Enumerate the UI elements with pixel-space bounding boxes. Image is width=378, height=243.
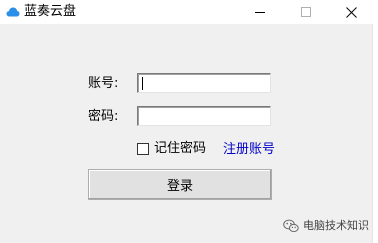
login-button[interactable]: 登录 bbox=[88, 169, 272, 200]
maximize-button[interactable] bbox=[283, 0, 329, 24]
cloud-icon bbox=[6, 7, 20, 17]
remember-password-label[interactable]: 记住密码 bbox=[154, 140, 206, 158]
login-window: 蓝奏云盘 账号: 密码: 记住密码 注册账号 登录 电脑技术知识 bbox=[0, 0, 378, 243]
text-caret bbox=[142, 77, 143, 90]
remember-password-checkbox[interactable] bbox=[137, 143, 149, 155]
minimize-icon bbox=[255, 12, 265, 13]
account-input[interactable] bbox=[137, 73, 271, 93]
window-title: 蓝奏云盘 bbox=[24, 4, 77, 19]
account-label: 账号: bbox=[88, 76, 119, 91]
login-button-label: 登录 bbox=[166, 179, 193, 194]
close-icon bbox=[345, 6, 357, 18]
password-label: 密码: bbox=[88, 109, 119, 124]
watermark: 电脑技术知识 bbox=[283, 217, 369, 235]
close-button[interactable] bbox=[328, 0, 374, 24]
title-bar[interactable]: 蓝奏云盘 bbox=[0, 0, 378, 24]
watermark-text: 电脑技术知识 bbox=[303, 219, 369, 232]
register-account-link[interactable]: 注册账号 bbox=[223, 141, 275, 159]
wechat-icon bbox=[283, 219, 299, 233]
minimize-button[interactable] bbox=[237, 0, 283, 24]
password-input[interactable] bbox=[137, 106, 271, 126]
background-window-edge bbox=[372, 24, 378, 243]
maximize-icon bbox=[301, 7, 311, 17]
